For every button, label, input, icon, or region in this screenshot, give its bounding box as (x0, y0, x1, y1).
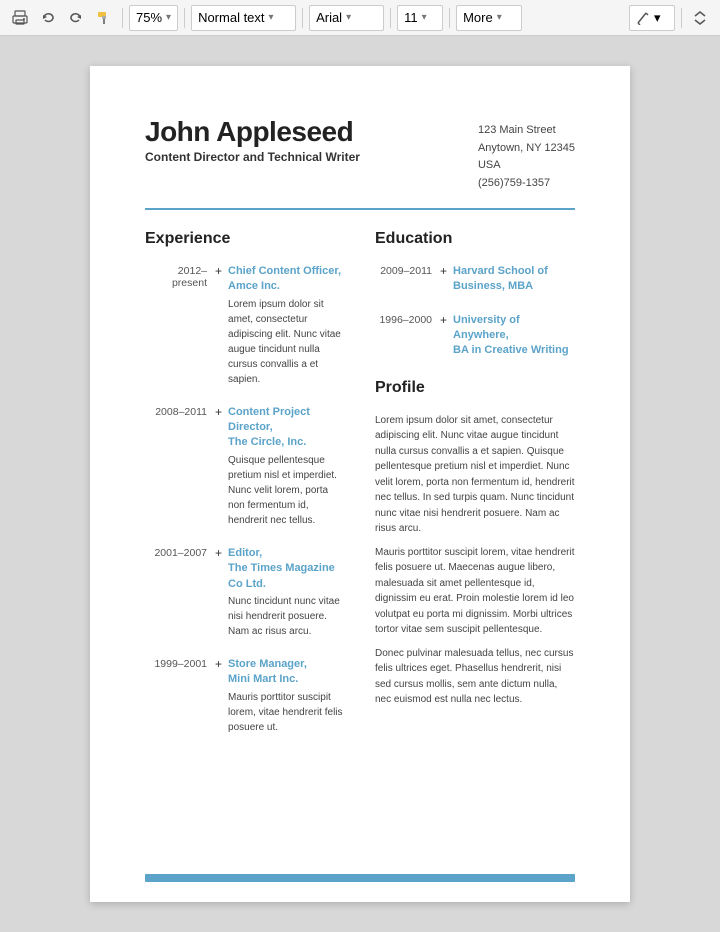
main-content: Experience 2012–present + Chief Content … (145, 230, 575, 753)
pen-arrow: ▾ (654, 10, 661, 26)
divider2 (184, 8, 185, 28)
exp-date-3: 2001–2007 (145, 546, 215, 639)
more-dropdown[interactable]: More ▾ (456, 5, 522, 31)
exp-title-1: Chief Content Officer,Amce Inc. (228, 264, 345, 295)
edu-title-2: University of Anywhere,BA in Creative Wr… (453, 313, 575, 359)
redo-icon[interactable] (64, 6, 88, 30)
exp-dash-4: + (215, 657, 222, 735)
exp-entry-2: 2008–2011 + Content Project Director,The… (145, 405, 345, 528)
exp-dash-2: + (215, 405, 222, 528)
exp-date-1: 2012–present (145, 264, 215, 387)
exp-title-2: Content Project Director,The Circle, Inc… (228, 405, 345, 451)
edu-content-1: Harvard School of Business, MBA (453, 264, 575, 295)
zoom-value: 75% (136, 10, 162, 25)
exp-dash-3: + (215, 546, 222, 639)
resume-page: John Appleseed Content Director and Tech… (90, 66, 630, 902)
profile-para-3: Donec pulvinar malesuada tellus, nec cur… (375, 646, 575, 708)
profile-para-1: Lorem ipsum dolor sit amet, consectetur … (375, 413, 575, 537)
address-line1: 123 Main Street (478, 122, 575, 140)
exp-body-2: Quisque pellentesque pretium nisl et imp… (228, 453, 345, 528)
exp-content-1: Chief Content Officer,Amce Inc. Lorem ip… (228, 264, 345, 387)
edu-date-2: 1996–2000 (375, 313, 440, 359)
exp-date-2: 2008–2011 (145, 405, 215, 528)
experience-heading: Experience (145, 230, 345, 248)
exp-title-3: Editor,The Times Magazine Co Ltd. (228, 546, 345, 592)
exp-body-3: Nunc tincidunt nunc vitae nisi hendrerit… (228, 594, 345, 639)
edu-title-1: Harvard School of Business, MBA (453, 264, 575, 295)
document-area: John Appleseed Content Director and Tech… (0, 36, 720, 932)
more-arrow: ▾ (497, 12, 502, 23)
exp-content-3: Editor,The Times Magazine Co Ltd. Nunc t… (228, 546, 345, 639)
pen-tool-dropdown[interactable]: ▾ (629, 5, 675, 31)
edu-dash-2: + (440, 313, 447, 359)
font-size-dropdown[interactable]: 11 ▾ (397, 5, 443, 31)
size-arrow: ▾ (422, 12, 427, 23)
zoom-arrow: ▾ (166, 12, 171, 23)
profile-heading: Profile (375, 379, 575, 397)
text-style-value: Normal text (198, 10, 264, 25)
edu-entry-1: 2009–2011 + Harvard School of Business, … (375, 264, 575, 295)
edu-date-1: 2009–2011 (375, 264, 440, 295)
edu-dash-1: + (440, 264, 447, 295)
format-painter-icon[interactable] (92, 6, 116, 30)
divider4 (390, 8, 391, 28)
resume-name: John Appleseed (145, 116, 360, 148)
collapse-icon[interactable] (688, 6, 712, 30)
right-column: Education 2009–2011 + Harvard School of … (375, 230, 575, 753)
exp-content-4: Store Manager,Mini Mart Inc. Mauris port… (228, 657, 345, 735)
resume-header: John Appleseed Content Director and Tech… (145, 116, 575, 192)
name-section: John Appleseed Content Director and Tech… (145, 116, 360, 164)
zoom-dropdown[interactable]: 75% ▾ (129, 5, 178, 31)
exp-date-4: 1999–2001 (145, 657, 215, 735)
phone: (256)759-1357 (478, 175, 575, 193)
bottom-bar (145, 874, 575, 882)
profile-section: Profile Lorem ipsum dolor sit amet, cons… (375, 379, 575, 708)
exp-entry-3: 2001–2007 + Editor,The Times Magazine Co… (145, 546, 345, 639)
address-line2: Anytown, NY 12345 (478, 140, 575, 158)
exp-entry-1: 2012–present + Chief Content Officer,Amc… (145, 264, 345, 387)
profile-body: Lorem ipsum dolor sit amet, consectetur … (375, 413, 575, 708)
exp-entry-4: 1999–2001 + Store Manager,Mini Mart Inc.… (145, 657, 345, 735)
exp-title-4: Store Manager,Mini Mart Inc. (228, 657, 345, 688)
divider6 (681, 8, 682, 28)
font-arrow: ▾ (346, 12, 351, 23)
divider1 (122, 8, 123, 28)
font-dropdown[interactable]: Arial ▾ (309, 5, 384, 31)
edu-content-2: University of Anywhere,BA in Creative Wr… (453, 313, 575, 359)
divider5 (449, 8, 450, 28)
divider3 (302, 8, 303, 28)
edu-entry-2: 1996–2000 + University of Anywhere,BA in… (375, 313, 575, 359)
contact-section: 123 Main Street Anytown, NY 12345 USA (2… (478, 122, 575, 192)
left-column: Experience 2012–present + Chief Content … (145, 230, 345, 753)
exp-body-1: Lorem ipsum dolor sit amet, consectetur … (228, 297, 345, 387)
header-rule (145, 208, 575, 210)
toolbar: 75% ▾ Normal text ▾ Arial ▾ 11 ▾ More ▾ … (0, 0, 720, 36)
font-size-value: 11 (404, 10, 418, 25)
undo-icon[interactable] (36, 6, 60, 30)
education-heading: Education (375, 230, 575, 248)
pen-icon (636, 11, 650, 25)
style-arrow: ▾ (269, 12, 274, 23)
exp-dash-1: + (215, 264, 222, 387)
text-style-dropdown[interactable]: Normal text ▾ (191, 5, 296, 31)
print-icon[interactable] (8, 6, 32, 30)
exp-content-2: Content Project Director,The Circle, Inc… (228, 405, 345, 528)
address-line3: USA (478, 157, 575, 175)
more-label: More (463, 10, 493, 25)
font-value: Arial (316, 10, 342, 25)
resume-title: Content Director and Technical Writer (145, 150, 360, 164)
profile-para-2: Mauris porttitor suscipit lorem, vitae h… (375, 545, 575, 638)
exp-body-4: Mauris porttitor suscipit lorem, vitae h… (228, 690, 345, 735)
